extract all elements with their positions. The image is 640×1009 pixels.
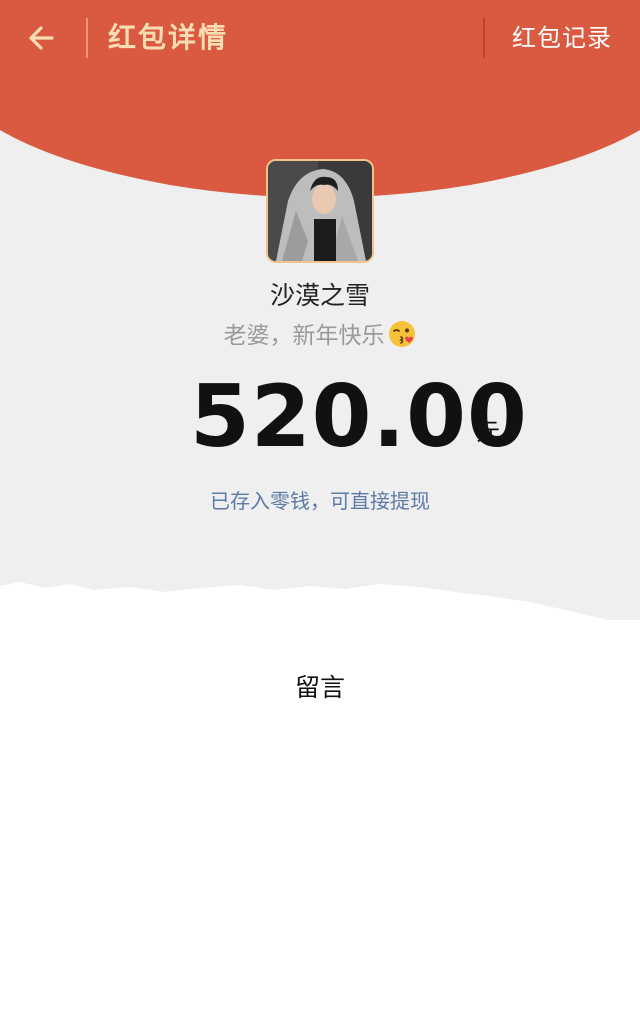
kissing-face-wink-icon xyxy=(388,321,415,347)
red-packet-records-link[interactable]: 红包记录 xyxy=(512,18,612,58)
back-button[interactable] xyxy=(22,18,62,58)
sender-avatar[interactable] xyxy=(266,159,374,263)
arrow-left-icon xyxy=(29,26,54,50)
torn-paper-edge xyxy=(0,582,640,650)
greeting-message: 老婆，新年快乐 xyxy=(0,316,640,350)
avatar-photo xyxy=(268,161,372,261)
page-title: 红包详情 xyxy=(108,21,229,54)
stored-to-balance-link[interactable]: 已存入零钱，可直接提现 xyxy=(0,485,640,514)
amount-currency: 元 xyxy=(476,418,500,446)
comment-label: 留言 xyxy=(294,673,345,702)
nav-divider xyxy=(86,18,88,58)
nav-divider xyxy=(483,18,485,58)
greeting-text: 老婆，新年快乐 xyxy=(223,323,385,349)
sender-name: 沙漠之雪 xyxy=(269,281,370,310)
